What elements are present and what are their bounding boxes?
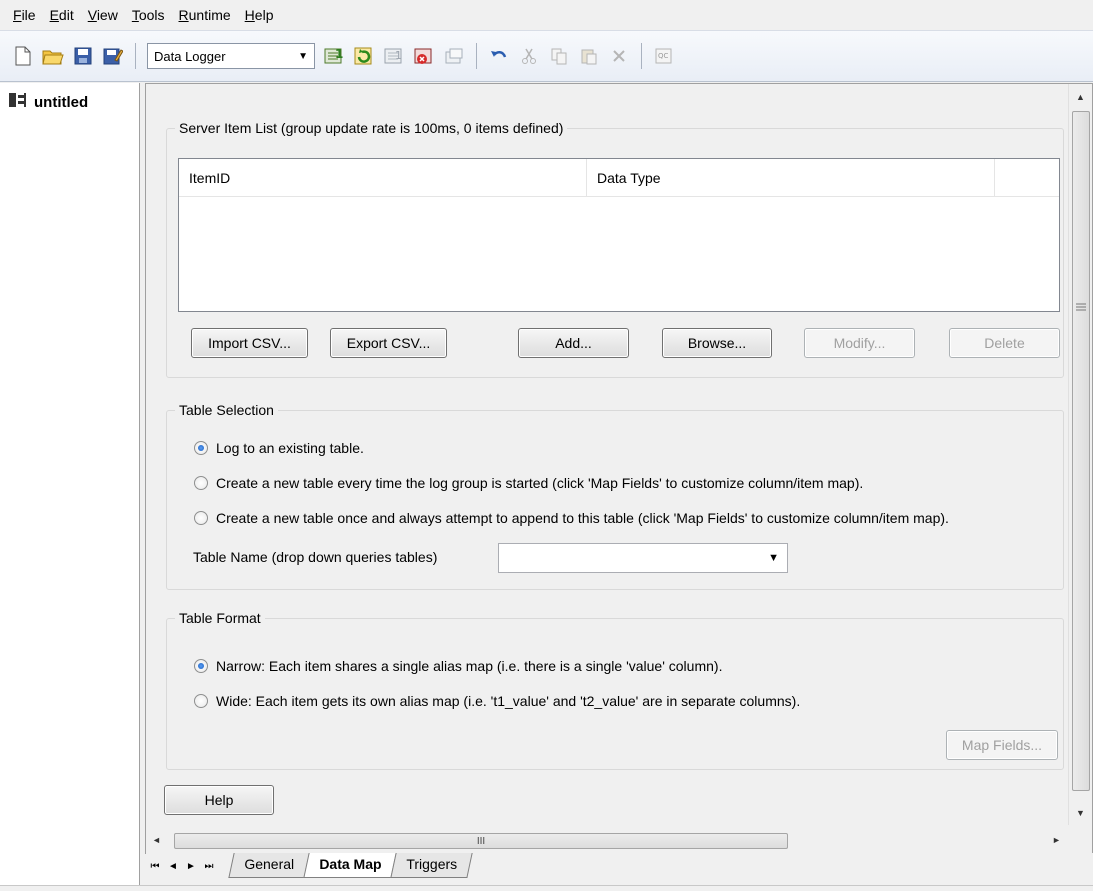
chevron-down-icon: ▼: [298, 50, 308, 62]
svg-text:QC: QC: [658, 52, 669, 60]
save-as-icon[interactable]: [101, 44, 125, 68]
wide-format-label: Wide: Each item gets its own alias map (…: [216, 693, 801, 709]
toolbar-separator: [641, 43, 642, 69]
narrow-format-option[interactable]: Narrow: Each item shares a single alias …: [194, 658, 722, 674]
menu-view[interactable]: View: [81, 5, 125, 25]
scroll-right-icon[interactable]: ►: [1052, 835, 1061, 845]
tab-general-label: General: [244, 856, 295, 872]
delete-group-icon[interactable]: [412, 44, 436, 68]
menu-edit[interactable]: Edit: [43, 5, 81, 25]
column-header-data-type[interactable]: Data Type: [587, 159, 995, 196]
log-existing-table-radio[interactable]: [194, 441, 208, 455]
add-group-icon[interactable]: 1: [322, 44, 346, 68]
table-format-group: Table Format: [166, 610, 1064, 770]
table-format-legend: Table Format: [179, 610, 261, 626]
scroll-left-icon[interactable]: ◄: [152, 835, 161, 845]
menu-bar: File Edit View Tools Runtime Help: [0, 0, 1093, 30]
server-item-list[interactable]: ItemID Data Type: [178, 158, 1060, 312]
browse-button[interactable]: Browse...: [662, 328, 772, 358]
disable-icon[interactable]: 1: [382, 44, 406, 68]
tab-triggers-label: Triggers: [406, 856, 458, 872]
delete-icon[interactable]: [607, 44, 631, 68]
new-table-every-start-label: Create a new table every time the log gr…: [216, 475, 864, 491]
table-name-combo[interactable]: ▼: [498, 543, 788, 573]
new-table-every-start-option[interactable]: Create a new table every time the log gr…: [194, 475, 863, 491]
scroll-down-icon[interactable]: ▼: [1076, 808, 1085, 818]
status-strip: [0, 885, 1093, 891]
mode-dropdown-value: Data Logger: [154, 48, 226, 64]
list-header: ItemID Data Type: [179, 159, 1059, 197]
wide-format-radio[interactable]: [194, 694, 208, 708]
vertical-scrollbar[interactable]: ▲ ▼: [1068, 84, 1092, 825]
import-csv-button[interactable]: Import CSV...: [191, 328, 308, 358]
svg-text:1: 1: [395, 49, 402, 62]
menu-tools[interactable]: Tools: [125, 5, 172, 25]
narrow-format-label: Narrow: Each item shares a single alias …: [216, 658, 723, 674]
server-item-list-legend: Server Item List (group update rate is 1…: [179, 120, 564, 136]
toolbar-separator: [476, 43, 477, 69]
grip-icon: [1076, 303, 1086, 311]
export-csv-button[interactable]: Export CSV...: [330, 328, 447, 358]
modify-button[interactable]: Modify...: [804, 328, 915, 358]
wide-format-option[interactable]: Wide: Each item gets its own alias map (…: [194, 693, 800, 709]
map-fields-button[interactable]: Map Fields...: [946, 730, 1058, 760]
toolbar-separator: [135, 43, 136, 69]
log-group-icon: [8, 91, 28, 113]
menu-file[interactable]: File: [6, 5, 43, 25]
column-header-itemid[interactable]: ItemID: [179, 159, 587, 196]
toolbar: Data Logger ▼ 1 1 QC: [0, 30, 1093, 82]
tree-root-label: untitled: [34, 93, 89, 111]
next-tab-icon[interactable]: ►: [182, 861, 200, 872]
first-tab-icon[interactable]: ⏮: [146, 861, 164, 872]
new-file-icon[interactable]: [11, 44, 35, 68]
log-existing-table-label: Log to an existing table.: [216, 440, 364, 456]
horizontal-grip: III: [476, 835, 486, 847]
scroll-up-icon[interactable]: ▲: [1076, 92, 1085, 102]
undo-icon[interactable]: [487, 44, 511, 68]
new-table-once-option[interactable]: Create a new table once and always attem…: [194, 510, 949, 526]
tree-root-node[interactable]: untitled: [0, 83, 139, 121]
open-folder-icon[interactable]: [41, 44, 65, 68]
tab-bar: ⏮ ◄ ► ⏭ General Data Map Triggers: [146, 853, 1093, 885]
enable-icon[interactable]: [352, 44, 376, 68]
chevron-down-icon: ▼: [768, 552, 779, 564]
horizontal-scrollbar[interactable]: ◄ III ►: [146, 830, 1067, 852]
prev-tab-icon[interactable]: ◄: [164, 861, 182, 872]
add-button[interactable]: Add...: [518, 328, 629, 358]
tab-general[interactable]: General: [228, 853, 310, 878]
column-header-empty: [995, 159, 1059, 196]
tab-triggers[interactable]: Triggers: [390, 853, 473, 878]
delete-button[interactable]: Delete: [949, 328, 1060, 358]
log-existing-table-option[interactable]: Log to an existing table.: [194, 440, 364, 456]
menu-runtime[interactable]: Runtime: [172, 5, 238, 25]
tab-data-map[interactable]: Data Map: [303, 853, 397, 878]
tab-data-map-label: Data Map: [319, 856, 382, 872]
table-selection-legend: Table Selection: [179, 402, 274, 418]
new-table-once-radio[interactable]: [194, 511, 208, 525]
table-name-label: Table Name (drop down queries tables): [193, 549, 438, 565]
new-table-once-label: Create a new table once and always attem…: [216, 510, 949, 526]
save-icon[interactable]: [71, 44, 95, 68]
svg-text:1: 1: [335, 47, 343, 61]
help-button[interactable]: Help: [164, 785, 274, 815]
quick-client-icon[interactable]: QC: [652, 44, 676, 68]
project-tree: untitled: [0, 83, 140, 891]
mode-dropdown[interactable]: Data Logger ▼: [147, 43, 315, 69]
properties-icon[interactable]: [442, 44, 466, 68]
horizontal-scroll-thumb[interactable]: III: [174, 833, 788, 849]
menu-help[interactable]: Help: [238, 5, 281, 25]
last-tab-icon[interactable]: ⏭: [200, 861, 218, 872]
narrow-format-radio[interactable]: [194, 659, 208, 673]
paste-icon[interactable]: [577, 44, 601, 68]
vertical-scroll-thumb[interactable]: [1072, 111, 1090, 791]
copy-icon[interactable]: [547, 44, 571, 68]
new-table-every-start-radio[interactable]: [194, 476, 208, 490]
cut-icon[interactable]: [517, 44, 541, 68]
